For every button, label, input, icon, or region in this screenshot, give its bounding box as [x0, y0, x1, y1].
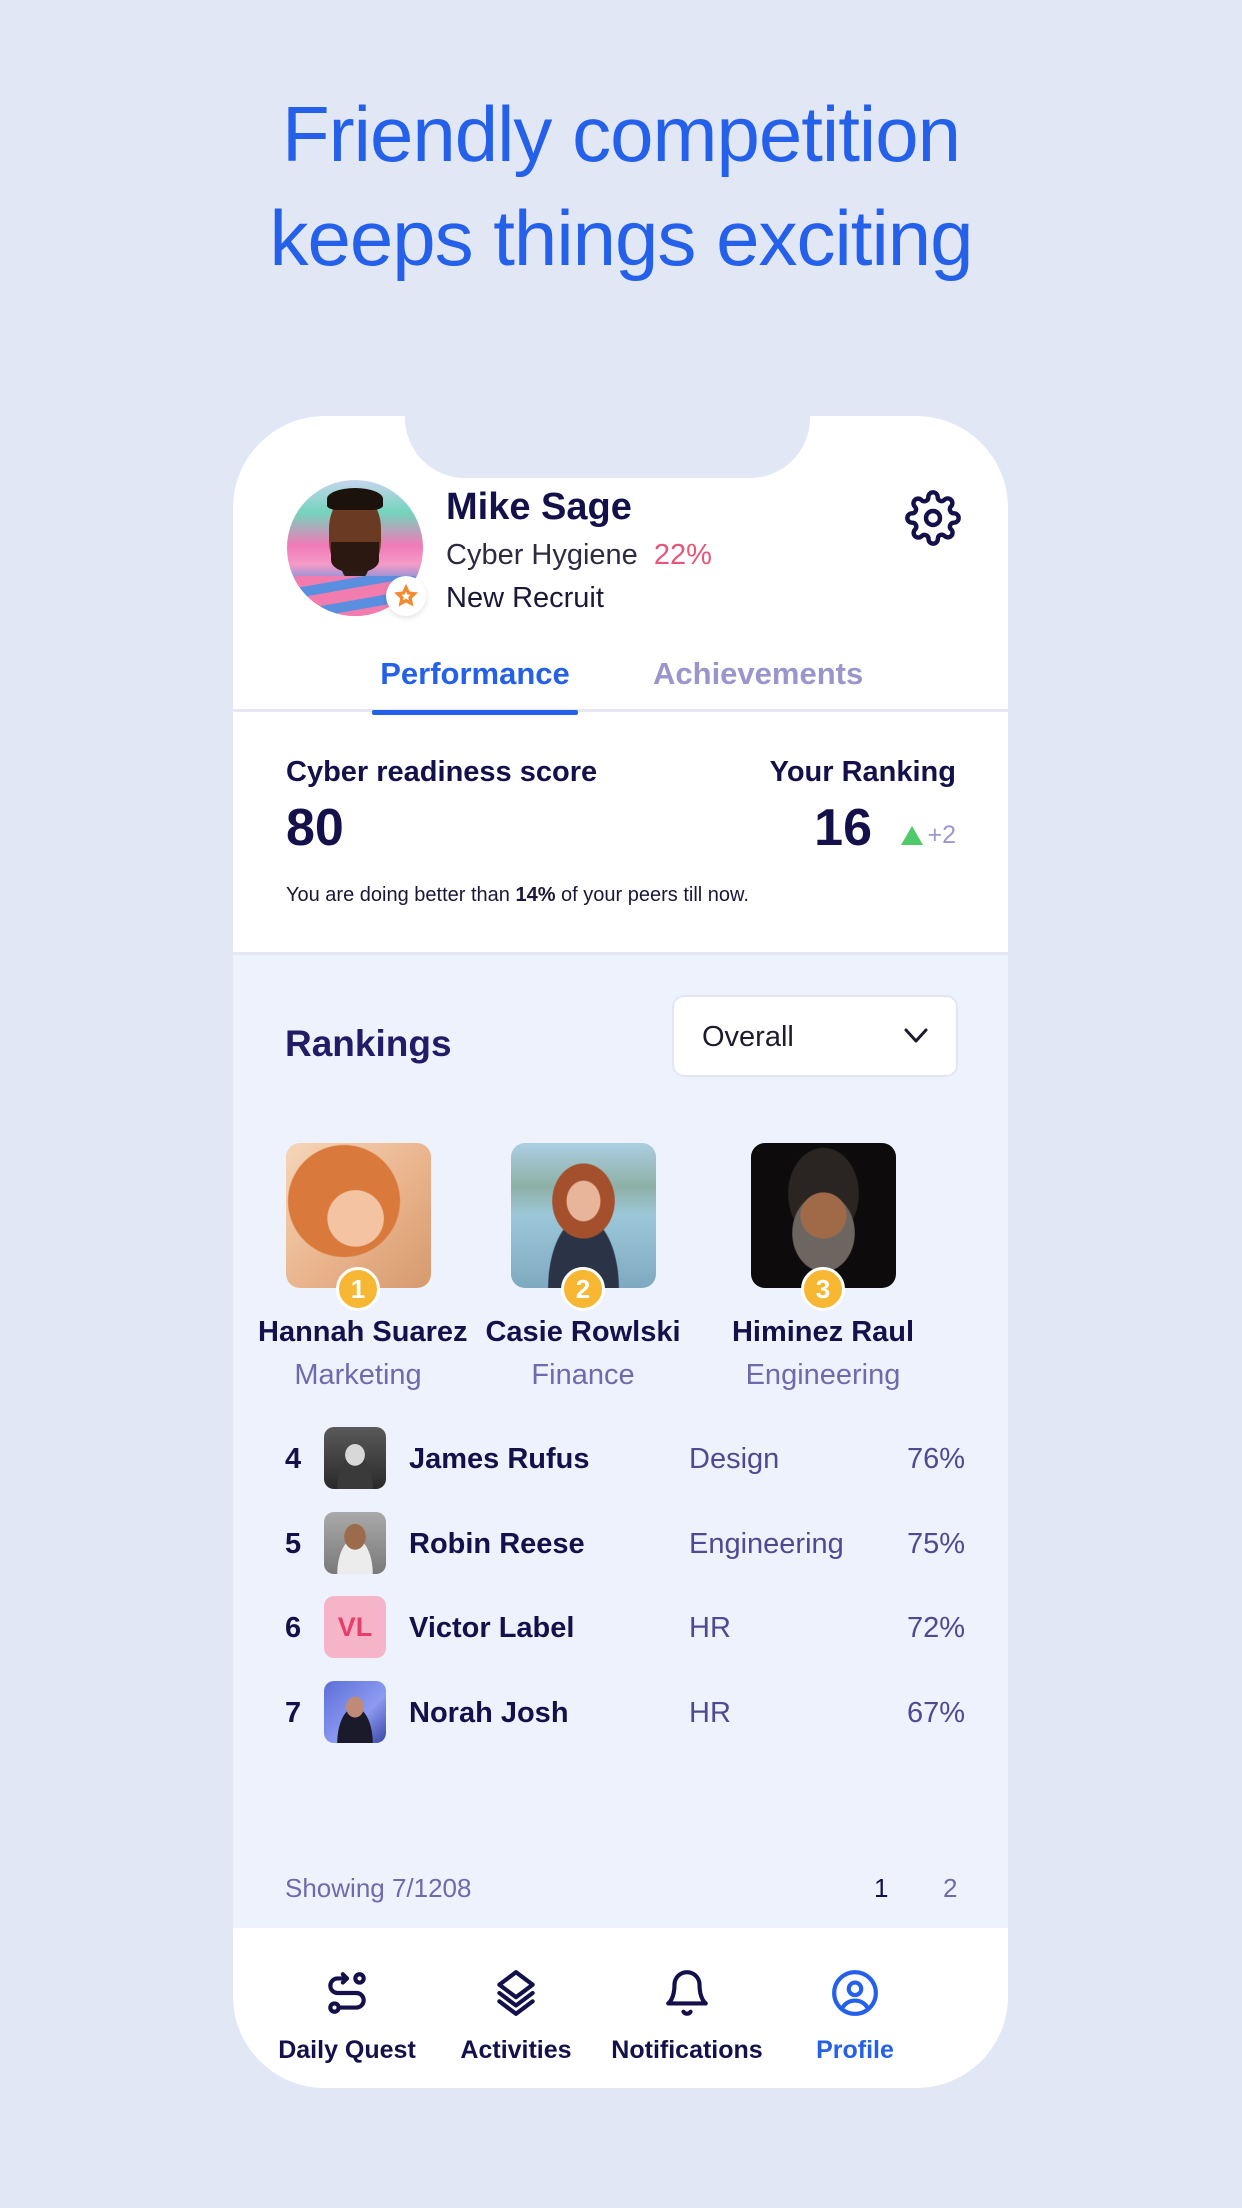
rankings-heading: Rankings: [285, 1023, 452, 1064]
podium-name: Hannah Suarez: [258, 1316, 468, 1348]
cyber-hygiene-row: Cyber Hygiene 22%: [446, 539, 712, 572]
row-avatar: [324, 1512, 386, 1574]
peer-text-suffix: of your peers till now.: [555, 884, 749, 906]
layers-icon: [497, 1970, 535, 2016]
podium-dept: Engineering: [745, 1359, 901, 1391]
podium-item-3[interactable]: 3 Himinez Raul Engineering: [723, 1143, 923, 1392]
page-button-1[interactable]: 1: [874, 1873, 888, 1904]
headline-line-1: Friendly competition: [282, 90, 961, 178]
gear-icon[interactable]: [905, 490, 961, 546]
nav-notifications[interactable]: Notifications: [602, 1968, 772, 2065]
rankings-panel: Rankings Overall 1 Hannah Suarez Marketi…: [233, 952, 1008, 1928]
row-score: 72%: [906, 1612, 965, 1644]
results-count: Showing 7/1208: [285, 1873, 472, 1903]
your-ranking-label: Your Ranking: [769, 756, 956, 788]
nav-daily-quest[interactable]: Daily Quest: [262, 1968, 432, 2065]
row-score: 75%: [906, 1528, 965, 1560]
row-dept: Design: [689, 1443, 780, 1475]
phone-notch: [405, 416, 810, 478]
profile-tabs: Performance Achievements: [233, 656, 1008, 715]
row-dept: HR: [689, 1697, 731, 1729]
ranking-change: +2: [901, 821, 956, 850]
rank-medal: 2: [561, 1267, 605, 1311]
page-button-2[interactable]: 2: [943, 1873, 957, 1904]
nav-label: Activities: [460, 2036, 572, 2064]
readiness-score-value: 80: [286, 799, 344, 857]
cyber-hygiene-percent: 22%: [653, 539, 712, 571]
ranking-row[interactable]: 6 VL Victor Label HR 72%: [285, 1596, 965, 1660]
dropdown-selected-value: Overall: [702, 1021, 794, 1053]
ranking-row[interactable]: 4 James Rufus Design 76%: [285, 1427, 965, 1491]
row-avatar: [324, 1681, 386, 1743]
bell-icon: [666, 1970, 708, 2016]
cyber-hygiene-label: Cyber Hygiene: [446, 539, 638, 571]
peer-comparison-text: You are doing better than 14% of your pe…: [286, 884, 749, 907]
user-name: Mike Sage: [446, 486, 632, 528]
row-avatar: [324, 1427, 386, 1489]
ranking-row[interactable]: 7 Norah Josh HR 67%: [285, 1681, 965, 1745]
row-name: Norah Josh: [409, 1697, 569, 1729]
user-circle-icon: [832, 1970, 878, 2016]
row-rank: 5: [285, 1528, 302, 1560]
rankings-filter-dropdown[interactable]: Overall: [672, 995, 958, 1077]
phone-screen: Mike Sage Cyber Hygiene 22% New Recruit P…: [233, 416, 1008, 2088]
row-name: Victor Label: [409, 1612, 575, 1644]
podium-dept: Marketing: [294, 1359, 422, 1391]
nav-activities[interactable]: Activities: [431, 1968, 601, 2065]
podium-name: Himinez Raul: [731, 1316, 915, 1348]
row-name: Robin Reese: [409, 1528, 585, 1560]
profile-avatar[interactable]: [287, 480, 426, 616]
peer-text-prefix: You are doing better than: [286, 884, 516, 906]
ranking-delta-value: +2: [927, 821, 956, 849]
row-dept: Engineering: [689, 1528, 844, 1560]
row-rank: 7: [285, 1697, 302, 1729]
row-avatar-initials: VL: [324, 1596, 386, 1658]
podium-dept: Finance: [531, 1359, 635, 1391]
nav-label: Notifications: [611, 2036, 763, 2064]
ranking-row[interactable]: 5 Robin Reese Engineering 75%: [285, 1512, 965, 1576]
avatar-initials: VL: [324, 1596, 386, 1658]
bottom-navigation: Daily Quest Activities Notifications Pro…: [233, 1928, 1008, 2088]
nav-label: Profile: [816, 2036, 894, 2064]
tab-achievements[interactable]: Achievements: [653, 656, 863, 712]
your-ranking-value: 16: [814, 799, 872, 857]
headline-line-2: keeps things exciting: [269, 194, 973, 282]
podium-item-2[interactable]: 2 Casie Rowlski Finance: [483, 1143, 683, 1392]
rank-medal: 1: [336, 1267, 380, 1311]
podium-name: Casie Rowlski: [485, 1316, 681, 1348]
nav-profile[interactable]: Profile: [770, 1968, 940, 2065]
marketing-headline: Friendly competition keeps things exciti…: [0, 82, 1242, 290]
row-name: James Rufus: [409, 1443, 590, 1475]
row-dept: HR: [689, 1612, 731, 1644]
route-icon: [328, 1972, 366, 2014]
row-rank: 6: [285, 1612, 302, 1644]
row-rank: 4: [285, 1443, 302, 1475]
star-badge-icon: [386, 576, 426, 616]
chevron-down-icon: [904, 1028, 928, 1043]
readiness-score-label: Cyber readiness score: [286, 756, 598, 788]
podium-item-1[interactable]: 1 Hannah Suarez Marketing: [258, 1143, 468, 1392]
row-score: 67%: [906, 1697, 965, 1729]
tab-performance[interactable]: Performance: [372, 656, 578, 715]
rank-medal: 3: [801, 1267, 845, 1311]
nav-label: Daily Quest: [278, 2036, 416, 2064]
peer-text-percent: 14%: [515, 884, 556, 906]
user-rank-title: New Recruit: [446, 582, 604, 614]
row-score: 76%: [906, 1443, 965, 1475]
arrow-up-icon: [901, 826, 924, 845]
